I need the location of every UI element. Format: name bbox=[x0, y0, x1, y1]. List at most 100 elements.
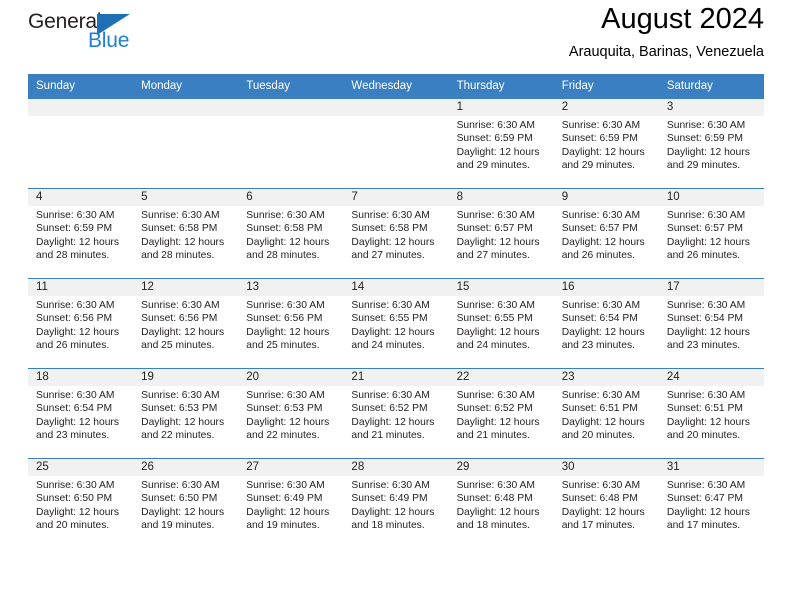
day-cell: 11 Sunrise: 6:30 AM Sunset: 6:56 PM Dayligh… bbox=[28, 279, 134, 368]
sunrise-text: Sunrise: 6:30 AM bbox=[36, 390, 115, 401]
sunset-text: Sunset: 6:57 PM bbox=[456, 223, 533, 235]
calendar-cell-day[interactable]: 7 Sunrise: 6:30 AM Sunset: 6:58 PM Daylight… bbox=[343, 188, 449, 279]
day-cell: 14 Sunrise: 6:30 AM Sunset: 6:55 PM Dayligh… bbox=[343, 279, 449, 368]
sunrise-text: Sunrise: 6:30 AM bbox=[666, 480, 746, 491]
calendar-cell-day[interactable]: 23 Sunrise: 6:30 AM Sunset: 6:51 PM Dayligh… bbox=[553, 368, 659, 459]
daylight-text-line2: and 29 minutes. bbox=[561, 160, 635, 172]
day-number: 19 bbox=[133, 369, 239, 386]
day-number: 13 bbox=[238, 279, 344, 296]
calendar-cell-day[interactable]: 10 Sunrise: 6:30 AM Sunset: 6:57 PM Dayligh… bbox=[658, 188, 764, 279]
daylight-text-line2: and 19 minutes. bbox=[246, 520, 320, 532]
day-details: Sunrise: 6:30 AM Sunset: 6:57 PM Daylight:… bbox=[659, 206, 764, 263]
daylight-text-line1: Daylight: 12 hours bbox=[141, 416, 225, 428]
sunset-text: Sunset: 6:47 PM bbox=[666, 493, 743, 505]
sunrise-text: Sunrise: 6:30 AM bbox=[456, 300, 535, 311]
day-cell: 21 Sunrise: 6:30 AM Sunset: 6:52 PM Dayligh… bbox=[343, 369, 449, 458]
day-number bbox=[133, 99, 239, 116]
sunset-text: Sunset: 6:54 PM bbox=[36, 403, 113, 415]
calendar-cell-day[interactable]: 18 Sunrise: 6:30 AM Sunset: 6:54 PM Dayligh… bbox=[28, 368, 134, 459]
calendar-cell-day[interactable]: 9 Sunrise: 6:30 AM Sunset: 6:57 PM Daylight… bbox=[553, 188, 659, 279]
calendar-cell-day[interactable]: 3 Sunrise: 6:30 AM Sunset: 6:59 PM Daylight… bbox=[658, 98, 764, 189]
page-title: August 2024 bbox=[601, 3, 764, 35]
day-cell: 9 Sunrise: 6:30 AM Sunset: 6:57 PM Daylight… bbox=[553, 189, 659, 278]
daylight-text-line2: and 29 minutes. bbox=[666, 160, 741, 172]
calendar-cell-day[interactable]: 6 Sunrise: 6:30 AM Sunset: 6:58 PM Daylight… bbox=[238, 188, 344, 279]
daylight-text-line1: Daylight: 12 hours bbox=[246, 416, 330, 428]
calendar-cell-day[interactable]: 2 Sunrise: 6:30 AM Sunset: 6:59 PM Daylight… bbox=[553, 98, 659, 189]
daylight-text-line2: and 22 minutes. bbox=[246, 430, 320, 442]
calendar-cell-day[interactable]: 1 Sunrise: 6:30 AM Sunset: 6:59 PM Daylight… bbox=[448, 98, 554, 189]
sunset-text: Sunset: 6:54 PM bbox=[561, 313, 638, 325]
weekday-header-sunday: Sunday bbox=[28, 74, 134, 99]
calendar-cell-day[interactable]: 8 Sunrise: 6:30 AM Sunset: 6:57 PM Daylight… bbox=[448, 188, 554, 279]
daylight-text-line2: and 20 minutes. bbox=[561, 430, 635, 442]
calendar-cell-day[interactable]: 21 Sunrise: 6:30 AM Sunset: 6:52 PM Dayligh… bbox=[343, 368, 449, 459]
daylight-text-line2: and 28 minutes. bbox=[246, 250, 320, 262]
daylight-text-line1: Daylight: 12 hours bbox=[141, 236, 225, 248]
weekday-header-friday: Friday bbox=[553, 74, 659, 99]
sunset-text: Sunset: 6:49 PM bbox=[351, 493, 428, 505]
calendar-cell-day[interactable]: 26 Sunrise: 6:30 AM Sunset: 6:50 PM Dayligh… bbox=[133, 458, 239, 548]
sunset-text: Sunset: 6:59 PM bbox=[456, 133, 533, 145]
calendar-cell-day[interactable]: 15 Sunrise: 6:30 AM Sunset: 6:55 PM Dayligh… bbox=[448, 278, 554, 369]
sunset-text: Sunset: 6:58 PM bbox=[246, 223, 323, 235]
day-cell: 12 Sunrise: 6:30 AM Sunset: 6:56 PM Dayligh… bbox=[133, 279, 239, 368]
calendar-cell-empty bbox=[343, 98, 449, 189]
sunrise-text: Sunrise: 6:30 AM bbox=[456, 210, 535, 221]
day-details: Sunrise: 6:30 AM Sunset: 6:56 PM Daylight:… bbox=[133, 296, 238, 353]
daylight-text-line1: Daylight: 12 hours bbox=[36, 326, 119, 338]
daylight-text-line2: and 24 minutes. bbox=[456, 340, 530, 352]
calendar-cell-day[interactable]: 25 Sunrise: 6:30 AM Sunset: 6:50 PM Dayligh… bbox=[28, 458, 134, 548]
calendar-cell-day[interactable]: 5 Sunrise: 6:30 AM Sunset: 6:58 PM Daylight… bbox=[133, 188, 239, 279]
calendar-cell-day[interactable]: 16 Sunrise: 6:30 AM Sunset: 6:54 PM Dayligh… bbox=[553, 278, 659, 369]
daylight-text-line1: Daylight: 12 hours bbox=[36, 236, 119, 248]
calendar-cell-day[interactable]: 27 Sunrise: 6:30 AM Sunset: 6:49 PM Dayligh… bbox=[238, 458, 344, 548]
general-blue-logo[interactable]: General Blue bbox=[28, 10, 140, 56]
daylight-text-line2: and 17 minutes. bbox=[561, 520, 635, 532]
daylight-text-line2: and 24 minutes. bbox=[351, 340, 425, 352]
day-number: 10 bbox=[658, 189, 764, 206]
day-cell: 19 Sunrise: 6:30 AM Sunset: 6:53 PM Dayligh… bbox=[133, 369, 239, 458]
day-cell: 28 Sunrise: 6:30 AM Sunset: 6:49 PM Dayligh… bbox=[343, 459, 449, 548]
day-details: Sunrise: 6:30 AM Sunset: 6:54 PM Daylight:… bbox=[659, 296, 764, 353]
calendar-cell-day[interactable]: 22 Sunrise: 6:30 AM Sunset: 6:52 PM Dayligh… bbox=[448, 368, 554, 459]
day-number: 7 bbox=[343, 189, 449, 206]
calendar-cell-day[interactable]: 4 Sunrise: 6:30 AM Sunset: 6:59 PM Daylight… bbox=[28, 188, 134, 279]
sunrise-text: Sunrise: 6:30 AM bbox=[246, 480, 325, 491]
daylight-text-line1: Daylight: 12 hours bbox=[246, 326, 330, 338]
day-details: Sunrise: 6:30 AM Sunset: 6:49 PM Daylight:… bbox=[343, 476, 448, 533]
calendar-cell-day[interactable]: 30 Sunrise: 6:30 AM Sunset: 6:48 PM Dayligh… bbox=[553, 458, 659, 548]
day-cell: 25 Sunrise: 6:30 AM Sunset: 6:50 PM Dayligh… bbox=[28, 459, 134, 548]
calendar-cell-day[interactable]: 31 Sunrise: 6:30 AM Sunset: 6:47 PM Dayligh… bbox=[658, 458, 764, 548]
calendar-cell-day[interactable]: 17 Sunrise: 6:30 AM Sunset: 6:54 PM Dayligh… bbox=[658, 278, 764, 369]
day-number: 15 bbox=[448, 279, 554, 296]
day-cell: 15 Sunrise: 6:30 AM Sunset: 6:55 PM Dayligh… bbox=[448, 279, 554, 368]
sunrise-text: Sunrise: 6:30 AM bbox=[561, 480, 641, 491]
daylight-text-line1: Daylight: 12 hours bbox=[456, 416, 540, 428]
daylight-text-line2: and 26 minutes. bbox=[666, 250, 741, 262]
calendar-cell-day[interactable]: 29 Sunrise: 6:30 AM Sunset: 6:48 PM Dayligh… bbox=[448, 458, 554, 548]
calendar-cell-day[interactable]: 12 Sunrise: 6:30 AM Sunset: 6:56 PM Dayligh… bbox=[133, 278, 239, 369]
daylight-text-line1: Daylight: 12 hours bbox=[666, 236, 750, 248]
sunset-text: Sunset: 6:59 PM bbox=[36, 223, 113, 235]
day-details: Sunrise: 6:30 AM Sunset: 6:50 PM Daylight:… bbox=[28, 476, 133, 533]
calendar-cell-day[interactable]: 28 Sunrise: 6:30 AM Sunset: 6:49 PM Dayligh… bbox=[343, 458, 449, 548]
calendar-cell-day[interactable]: 13 Sunrise: 6:30 AM Sunset: 6:56 PM Dayligh… bbox=[238, 278, 344, 369]
calendar-cell-day[interactable]: 24 Sunrise: 6:30 AM Sunset: 6:51 PM Dayligh… bbox=[658, 368, 764, 459]
calendar-cell-day[interactable]: 19 Sunrise: 6:30 AM Sunset: 6:53 PM Dayligh… bbox=[133, 368, 239, 459]
day-details: Sunrise: 6:30 AM Sunset: 6:49 PM Daylight:… bbox=[238, 476, 343, 533]
calendar-cell-day[interactable]: 14 Sunrise: 6:30 AM Sunset: 6:55 PM Dayligh… bbox=[343, 278, 449, 369]
calendar-cell-day[interactable]: 20 Sunrise: 6:30 AM Sunset: 6:53 PM Dayligh… bbox=[238, 368, 344, 459]
day-number: 22 bbox=[448, 369, 554, 386]
weekday-header-thursday: Thursday bbox=[448, 74, 554, 99]
day-number: 30 bbox=[553, 459, 659, 476]
daylight-text-line1: Daylight: 12 hours bbox=[246, 236, 330, 248]
day-details: Sunrise: 6:30 AM Sunset: 6:53 PM Daylight:… bbox=[133, 386, 238, 443]
day-cell: 23 Sunrise: 6:30 AM Sunset: 6:51 PM Dayligh… bbox=[553, 369, 659, 458]
day-number: 28 bbox=[343, 459, 449, 476]
day-details: Sunrise: 6:30 AM Sunset: 6:57 PM Daylight:… bbox=[554, 206, 659, 263]
weekday-header-wednesday: Wednesday bbox=[343, 74, 449, 99]
day-cell: 7 Sunrise: 6:30 AM Sunset: 6:58 PM Daylight… bbox=[343, 189, 449, 278]
calendar-cell-day[interactable]: 11 Sunrise: 6:30 AM Sunset: 6:56 PM Dayligh… bbox=[28, 278, 134, 369]
daylight-text-line2: and 23 minutes. bbox=[561, 340, 635, 352]
